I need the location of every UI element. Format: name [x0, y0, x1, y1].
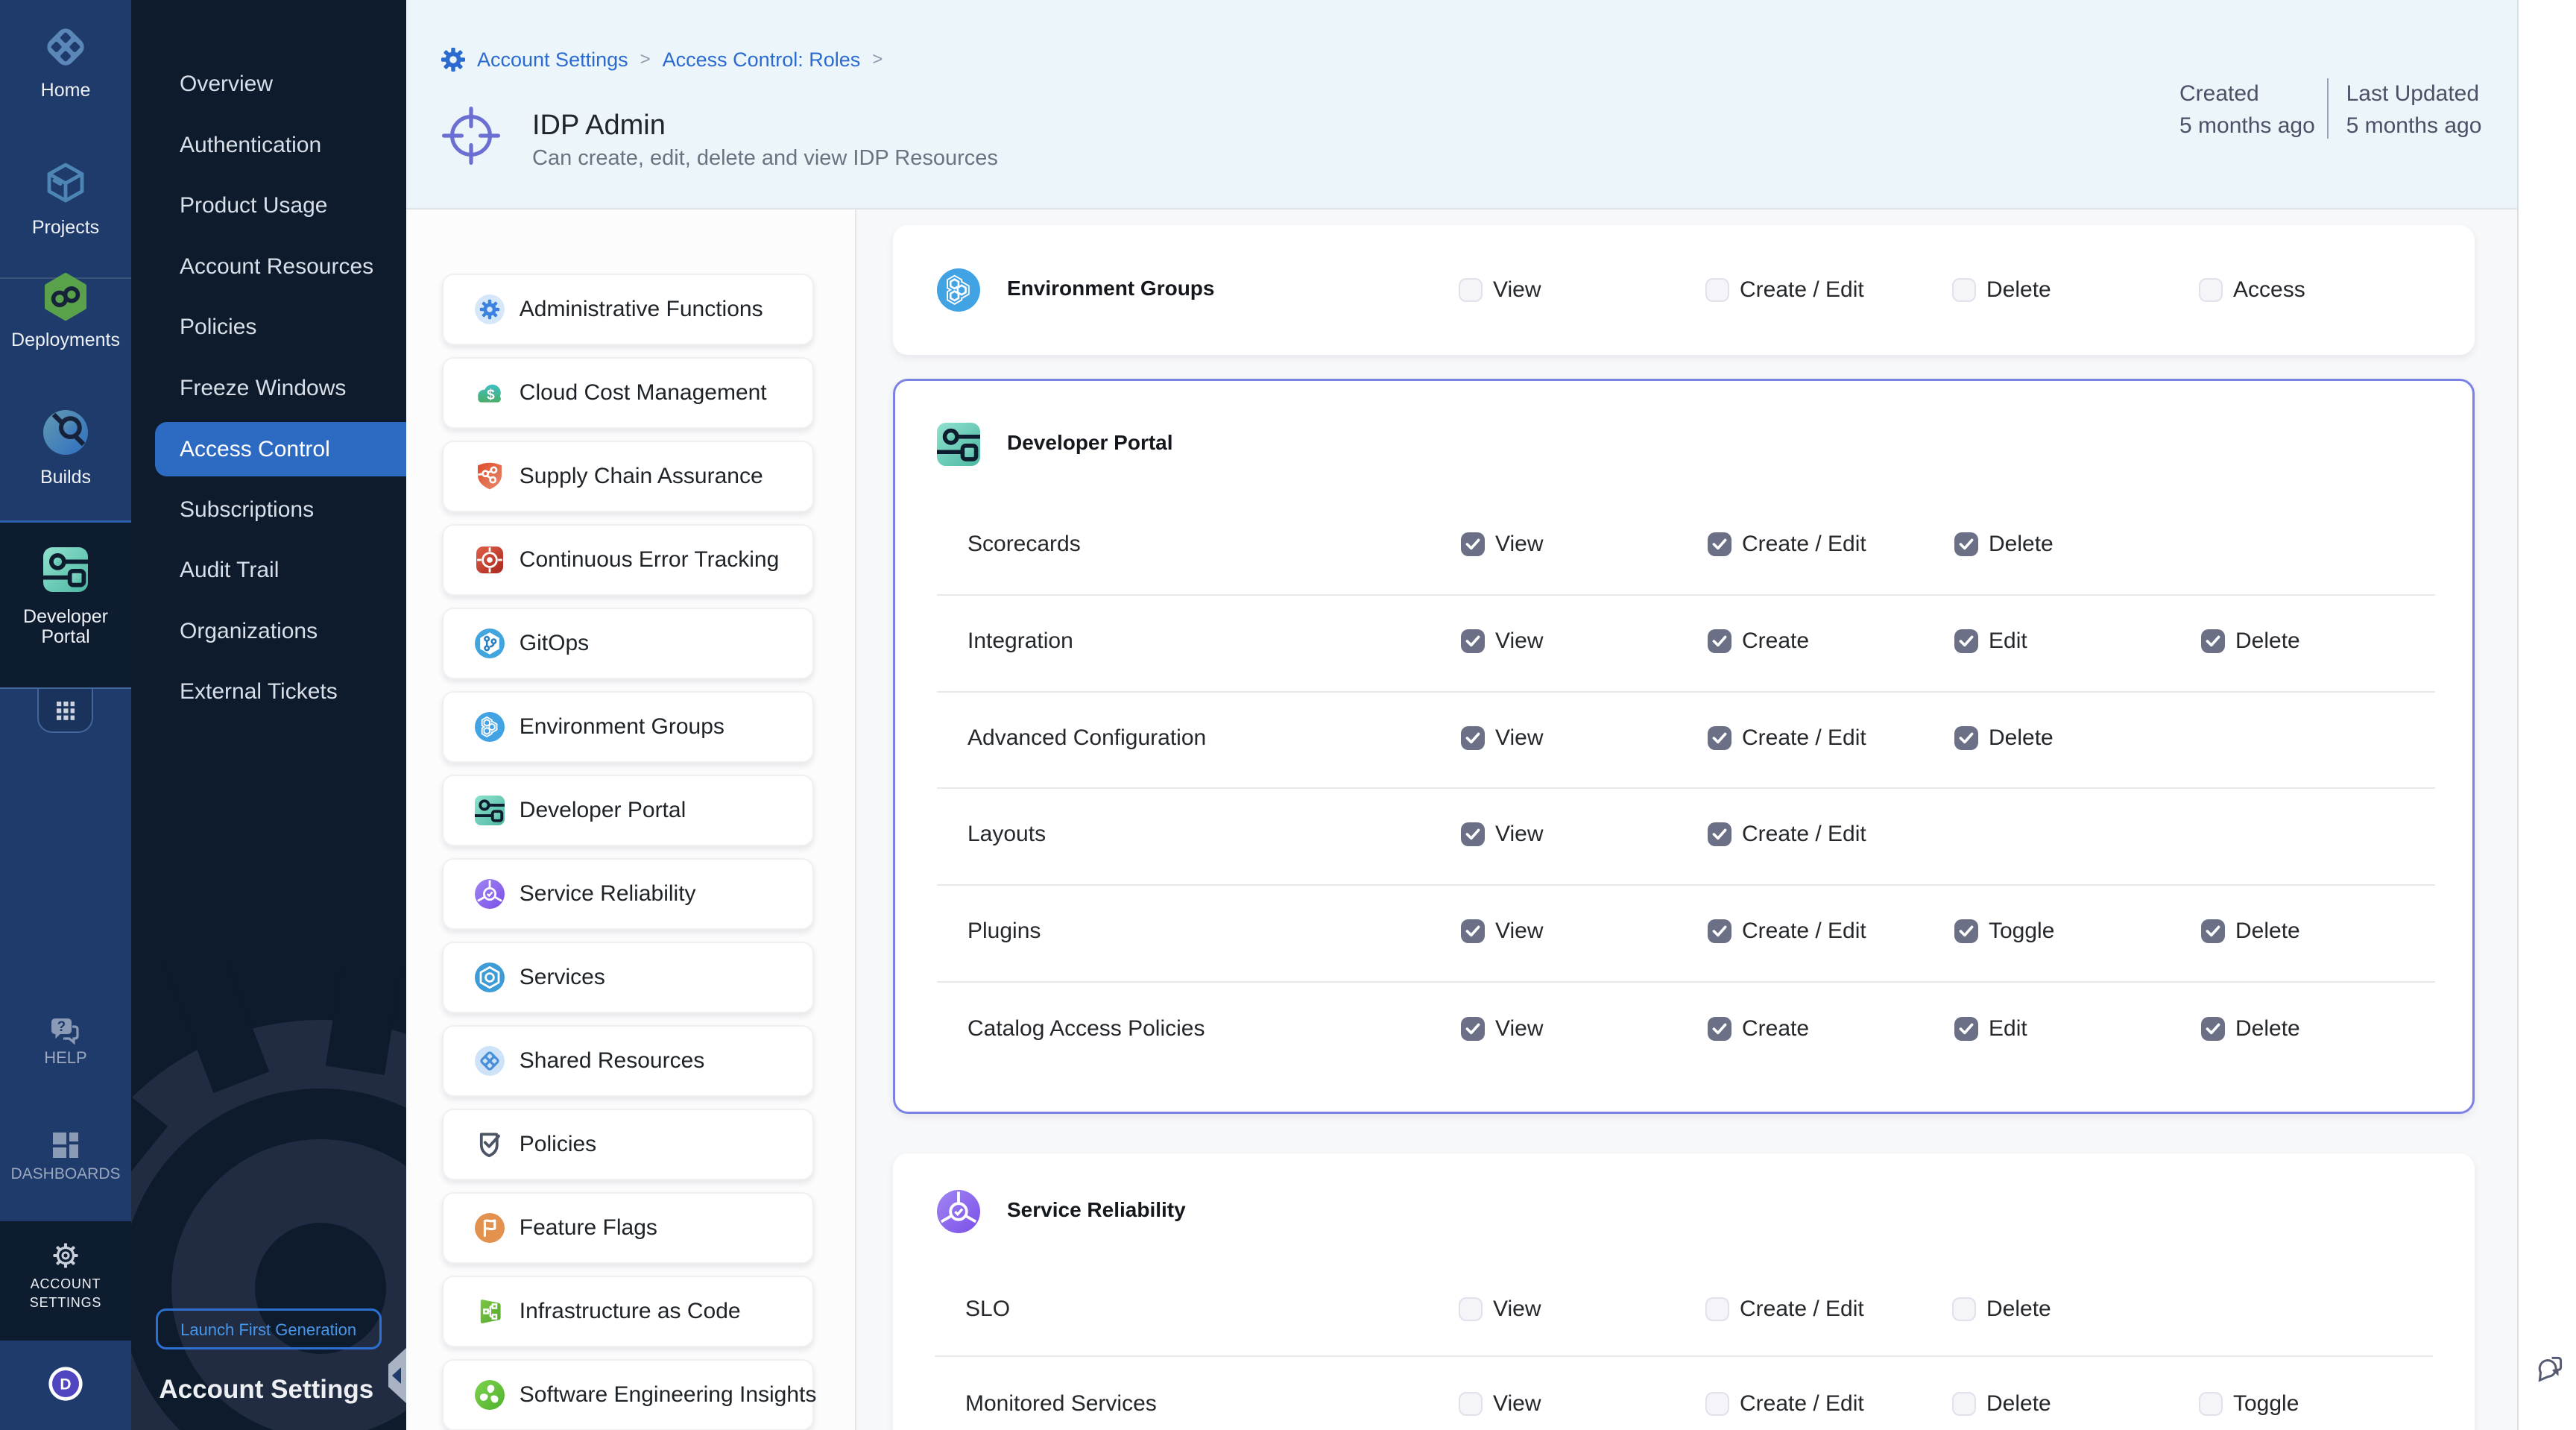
svg-text:$: $ [487, 388, 495, 403]
svg-text:?: ? [57, 1019, 66, 1035]
svg-text:D: D [60, 1376, 71, 1393]
